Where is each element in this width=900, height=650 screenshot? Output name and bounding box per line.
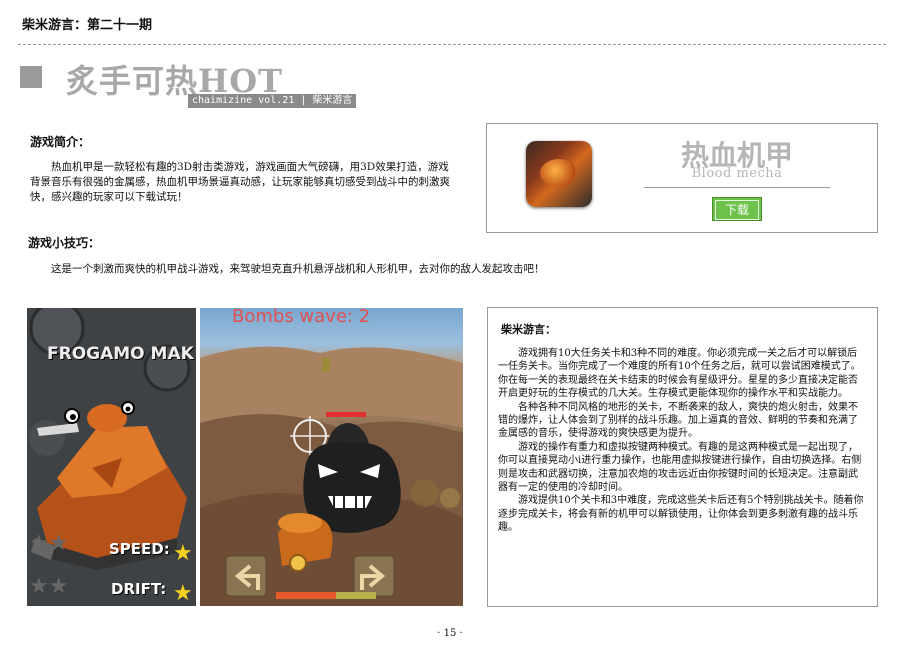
svg-text:★: ★ (173, 541, 193, 566)
svg-text:★★: ★★ (29, 574, 68, 599)
page-number: · 15 · (437, 628, 463, 639)
intro-heading: 游戏简介： (30, 135, 91, 149)
header-divider (18, 44, 886, 45)
speed-label: SPEED: (109, 540, 170, 558)
section-square-marker (20, 66, 42, 88)
screenshot-gameplay: Bombs wave: 2 (200, 308, 463, 606)
section-tag: chaimizine vol.21 | 柴米游言 (188, 94, 357, 108)
svg-text:★: ★ (173, 581, 193, 606)
tank-name: FROGAMO MAK (47, 344, 194, 364)
drift-label: DRIFT: (111, 580, 167, 598)
tips-heading: 游戏小技巧： (28, 236, 101, 250)
intro-text: 热血机甲是一款轻松有趣的3D射击类游戏，游戏画面大气磅礴，用3D效果打造，游戏背… (30, 161, 450, 203)
screenshot-tank-select: ★★ ★★ ★ ★ FROGAMO MAK SPEED: DRIFT: (27, 308, 196, 606)
review-paragraph-1: 游戏拥有10大任务关卡和3种不同的难度。你必须完成一关之后才可以解锁后一任务关卡… (498, 348, 861, 400)
download-button[interactable]: 下载 (712, 197, 762, 221)
game-app-icon (526, 141, 592, 207)
review-heading: 柴米游言： (501, 323, 556, 336)
review-paragraph-3: 游戏的操作有重力和虚拟按键两种模式。有趣的是这两种模式是一起出现了，你可以直接晃… (498, 441, 862, 494)
review-body: 游戏拥有10大任务关卡和3种不同的难度。你必须完成一关之后才可以解锁后一任务关卡… (498, 347, 866, 535)
game-name-en: Blood mecha (691, 166, 783, 181)
tips-text: 这是一个刺激而爽快的机甲战斗游戏，来驾驶坦克直升机悬浮战机和人形机甲，去对你的敌… (51, 263, 545, 275)
wave-counter: Bombs wave: 2 (232, 308, 371, 327)
download-label: 下载 (715, 200, 759, 220)
gameplay-art (200, 346, 463, 606)
issue-header: 柴米游言：第二十一期 (22, 18, 153, 33)
svg-text:★★: ★★ (29, 531, 68, 556)
review-paragraph-2: 各种各种不同风格的地形的关卡，不断袭来的敌人，爽快的炮火射击，效果不错的爆炸，让… (498, 401, 858, 440)
review-paragraph-4: 游戏提供10个关卡和3中难度，完成这些关卡后还有5个特别挑战关卡。随着你逐步完成… (498, 495, 864, 534)
game-name-divider (644, 187, 830, 188)
